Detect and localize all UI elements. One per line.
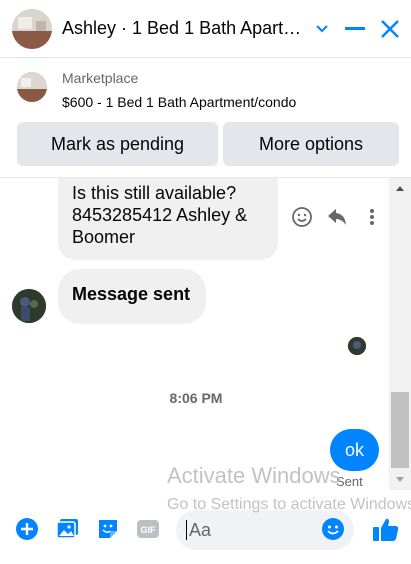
chat-header: Ashley · 1 Bed 1 Bath Apart… <box>0 0 411 58</box>
chat-avatar[interactable] <box>12 9 52 49</box>
chat-title[interactable]: Ashley · 1 Bed 1 Bath Apart… <box>62 18 307 39</box>
listing-source: Marketplace <box>62 70 139 86</box>
plus-icon[interactable] <box>14 516 40 542</box>
minimize-icon[interactable] <box>342 16 368 42</box>
message-timestamp: 8:06 PM <box>169 390 223 406</box>
react-emoji-icon[interactable] <box>289 204 315 230</box>
sticker-icon[interactable] <box>95 516 121 542</box>
message-text: Message sent <box>72 284 191 304</box>
delivery-status: Sent <box>336 474 363 489</box>
message-list[interactable]: Is this still available? 8453285412 Ashl… <box>0 178 389 490</box>
photo-icon[interactable] <box>55 516 81 542</box>
scrollbar-thumb[interactable] <box>391 392 409 468</box>
message-input-placeholder: Aa <box>189 519 212 540</box>
listing-thumbnail[interactable] <box>17 72 47 102</box>
reply-icon[interactable] <box>324 204 350 230</box>
incoming-message[interactable]: Is this still available? 8453285412 Ashl… <box>58 178 278 260</box>
close-icon[interactable] <box>377 16 403 42</box>
marketplace-listing-card: Marketplace $600 - 1 Bed 1 Bath Apartmen… <box>0 58 411 178</box>
mark-as-pending-button[interactable]: Mark as pending <box>17 122 218 166</box>
message-text: ok <box>344 439 364 460</box>
message-composer: GIF Aa <box>0 490 411 564</box>
like-icon[interactable] <box>371 516 401 542</box>
scrollbar[interactable] <box>389 178 411 490</box>
scroll-up-icon[interactable] <box>389 178 411 198</box>
seen-avatar <box>348 337 366 355</box>
gif-icon[interactable]: GIF <box>135 516 161 542</box>
chevron-down-icon[interactable] <box>309 16 335 42</box>
outgoing-message[interactable]: ok <box>330 429 379 471</box>
more-actions-icon[interactable] <box>359 204 385 230</box>
scroll-down-icon[interactable] <box>389 470 411 490</box>
incoming-message[interactable]: Message sent <box>58 269 206 324</box>
more-options-button[interactable]: More options <box>223 122 399 166</box>
emoji-icon[interactable] <box>320 516 346 542</box>
sender-avatar[interactable] <box>12 289 46 323</box>
text-caret <box>186 520 187 540</box>
listing-title[interactable]: $600 - 1 Bed 1 Bath Apartment/condo <box>62 94 296 110</box>
message-text: Is this still available? 8453285412 Ashl… <box>72 183 248 247</box>
svg-text:GIF: GIF <box>141 525 157 535</box>
